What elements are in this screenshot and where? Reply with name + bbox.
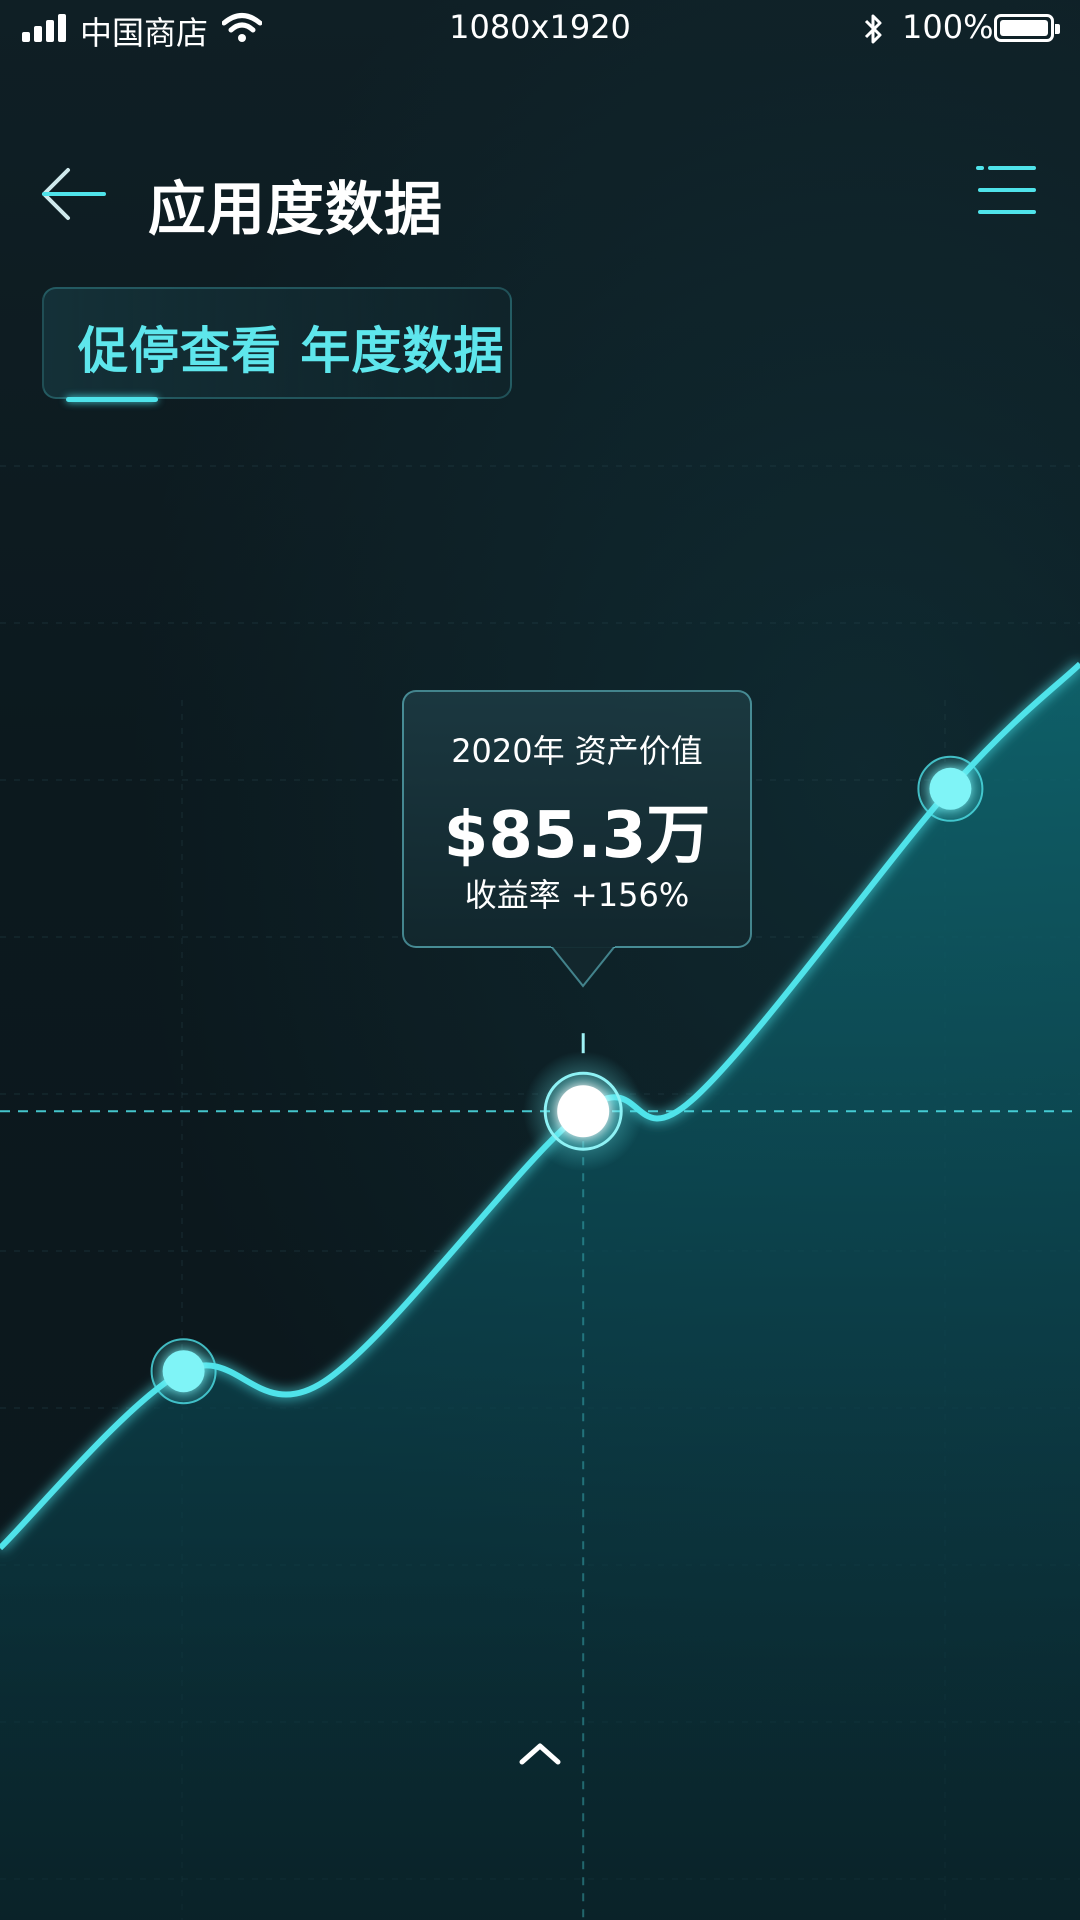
arrow-left-icon bbox=[42, 168, 106, 220]
menu-icon bbox=[976, 166, 1036, 214]
tab-active-indicator bbox=[66, 397, 158, 402]
tab-annual-data[interactable]: 促停查看 年度数据 bbox=[42, 287, 512, 402]
screen: 中国商店 1080x1920 100% 应用度数据 促停查看 年度数据 2020… bbox=[0, 0, 1080, 1920]
page-title: 应用度数据 bbox=[148, 175, 444, 243]
tooltip-value: $85.3万 bbox=[443, 799, 711, 873]
tooltip-pointer bbox=[551, 946, 615, 988]
tab-label: 促停查看 年度数据 bbox=[78, 322, 505, 380]
selected-data-point[interactable] bbox=[523, 1051, 644, 1172]
tooltip-rate: 收益率 +156% bbox=[464, 876, 690, 914]
data-point[interactable] bbox=[150, 1338, 217, 1405]
data-tooltip: 2020年 资产价值 $85.3万 收益率 +156% bbox=[402, 690, 752, 948]
menu-button[interactable] bbox=[976, 160, 1040, 220]
scroll-up-button[interactable] bbox=[516, 1738, 564, 1768]
back-button[interactable] bbox=[38, 160, 110, 232]
data-point[interactable] bbox=[917, 755, 984, 822]
tooltip-year-label: 2020年 资产价值 bbox=[451, 732, 703, 770]
chevron-up-icon bbox=[519, 1743, 561, 1765]
